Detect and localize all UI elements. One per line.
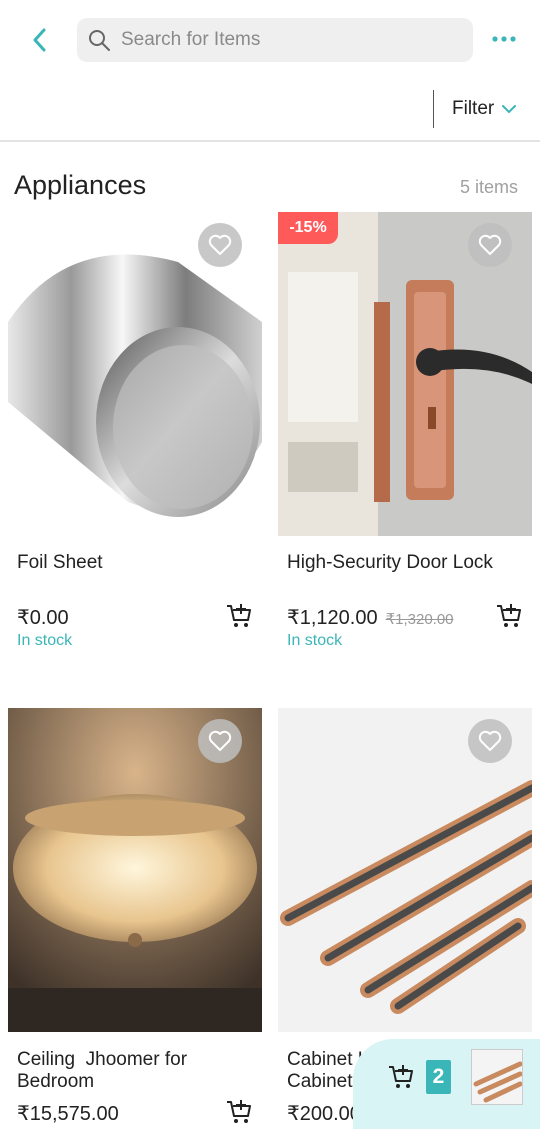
back-button[interactable]: [24, 24, 54, 56]
product-price: ₹15,575.00: [17, 1101, 119, 1126]
product-name[interactable]: Foil Sheet: [17, 552, 103, 574]
product-name[interactable]: Ceiling Jhoomer for Bedroom: [17, 1049, 227, 1093]
filter-button[interactable]: Filter: [452, 98, 517, 120]
filter-bar: Filter: [0, 80, 540, 142]
item-count: 5 items: [459, 177, 518, 197]
search-icon: [89, 30, 110, 51]
discount-badge: -15%: [278, 212, 338, 244]
price-value: ₹1,120.00: [287, 607, 378, 629]
chevron-down-icon: [502, 104, 517, 113]
favorite-button[interactable]: [198, 719, 242, 763]
cart-icon: [389, 1065, 413, 1088]
chevron-left-icon: [33, 28, 46, 52]
favorite-button[interactable]: [468, 719, 512, 763]
product-price: ₹0.00: [17, 605, 69, 630]
price-value: ₹200.00: [287, 1103, 361, 1125]
add-to-cart-icon[interactable]: [225, 1098, 253, 1126]
heart-icon: [208, 730, 232, 751]
product-price: ₹1,120.00 ₹1,320.00: [287, 605, 454, 630]
heart-icon: [478, 730, 502, 751]
more-options-button[interactable]: [488, 28, 520, 50]
section-title: Appliances: [14, 170, 147, 200]
heart-icon: [208, 234, 232, 255]
heart-icon: [478, 234, 502, 255]
filter-label: Filter: [452, 98, 495, 119]
original-price: ₹1,320.00: [385, 611, 454, 628]
product-name[interactable]: High-Security Door Lock: [287, 552, 493, 574]
price-value: ₹0.00: [17, 607, 69, 629]
divider: [433, 90, 434, 128]
search-input[interactable]: [119, 28, 453, 52]
mini-cart-button[interactable]: 2: [353, 1039, 540, 1129]
cart-count-badge: 2: [426, 1060, 451, 1094]
favorite-button[interactable]: [198, 223, 242, 267]
stock-status: In stock: [17, 632, 73, 649]
add-to-cart-icon[interactable]: [495, 602, 523, 630]
product-price: ₹200.00: [287, 1101, 361, 1126]
price-value: ₹15,575.00: [17, 1103, 119, 1125]
stock-status: In stock: [287, 632, 343, 649]
top-bar: [0, 0, 540, 80]
favorite-button[interactable]: [468, 223, 512, 267]
add-to-cart-icon[interactable]: [225, 602, 253, 630]
more-dots-icon: [492, 36, 516, 42]
cart-item-thumbnail: [471, 1049, 523, 1105]
search-bar[interactable]: [77, 18, 473, 62]
